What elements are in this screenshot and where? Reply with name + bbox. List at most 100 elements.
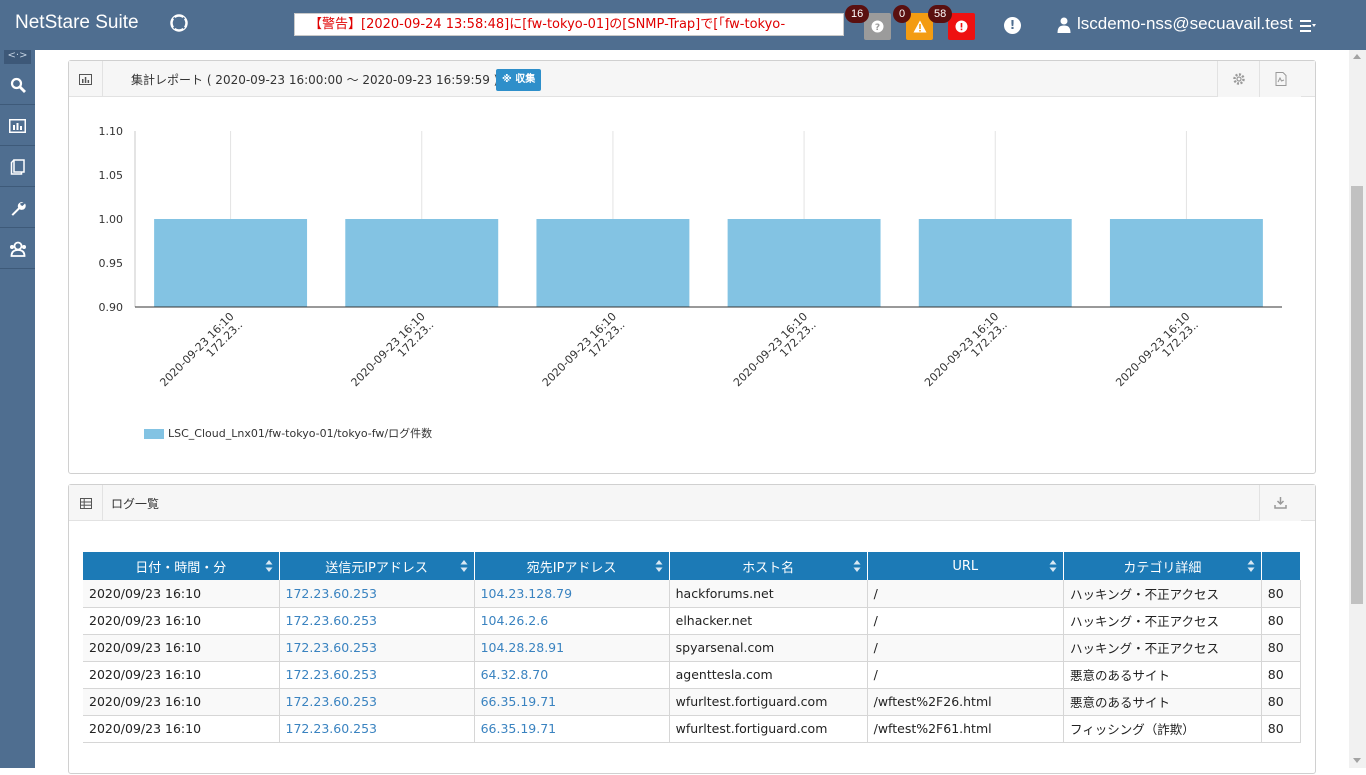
collect-button[interactable]: ※ 収集 xyxy=(496,69,542,91)
sidebar: <·> xyxy=(0,50,35,768)
column-header[interactable] xyxy=(1261,552,1301,580)
table-row[interactable]: 2020/09/23 16:10 172.23.60.253 104.28.28.9… xyxy=(83,634,1301,662)
table-cell[interactable]: 104.23.128.79 xyxy=(474,580,670,608)
log-table-wrapper[interactable]: 日付・時間・分 送信元IPアドレス 宛先IPアドレス ホスト名 URL カテゴリ詳細 20… xyxy=(69,485,1301,775)
search-icon xyxy=(10,77,26,93)
sort-icon[interactable] xyxy=(1247,559,1255,573)
table-cell: 80 xyxy=(1261,715,1301,743)
table-cell[interactable]: 64.32.8.70 xyxy=(474,661,670,689)
table-cell[interactable]: 172.23.60.253 xyxy=(279,661,475,689)
column-header[interactable]: 宛先IPアドレス xyxy=(474,552,670,580)
bar[interactable] xyxy=(727,219,881,307)
sidebar-toggle[interactable]: <·> xyxy=(4,50,31,64)
sort-icon[interactable] xyxy=(1049,559,1057,573)
table-row[interactable]: 2020/09/23 16:10 172.23.60.253 66.35.19.71… xyxy=(83,715,1301,743)
x-tick-label: 2020-09-23 16:10172.23.. xyxy=(922,310,1010,389)
table-cell: ハッキング・不正アクセス xyxy=(1063,634,1262,662)
table-cell: 80 xyxy=(1261,580,1301,608)
table-row[interactable]: 2020/09/23 16:10 172.23.60.253 64.32.8.70 a… xyxy=(83,661,1301,689)
table-cell: / xyxy=(867,661,1064,689)
table-cell: 悪意のあるサイト xyxy=(1063,661,1262,689)
bar[interactable] xyxy=(154,219,308,307)
table-cell: 2020/09/23 16:10 xyxy=(83,580,280,608)
pdf-export-button[interactable] xyxy=(1259,61,1301,97)
table-row[interactable]: 2020/09/23 16:10 172.23.60.253 66.35.19.71… xyxy=(83,688,1301,716)
brand-title[interactable]: NetStare Suite xyxy=(15,12,139,34)
svg-text:2020-09-23 16:10: 2020-09-23 16:10 xyxy=(349,310,428,389)
error-alerts-button[interactable] xyxy=(948,13,975,40)
table-row[interactable]: 2020/09/23 16:10 172.23.60.253 104.26.2.6 e… xyxy=(83,607,1301,635)
sort-icon[interactable] xyxy=(460,559,468,573)
table-row[interactable]: 2020/09/23 16:10 172.23.60.253 104.23.128.… xyxy=(83,580,1301,608)
sidebar-item-settings[interactable] xyxy=(0,188,35,228)
table-cell: /wftest%2F61.html xyxy=(867,715,1064,743)
table-cell[interactable]: 172.23.60.253 xyxy=(279,580,475,608)
table-cell[interactable]: 172.23.60.253 xyxy=(279,688,475,716)
table-cell: agenttesla.com xyxy=(669,661,868,689)
dest-ip-link[interactable]: 66.35.19.71 xyxy=(481,694,557,709)
table-cell[interactable]: 172.23.60.253 xyxy=(279,634,475,662)
user-icon xyxy=(1057,17,1071,33)
sort-icon[interactable] xyxy=(655,559,663,573)
warning-alert-count: 0 xyxy=(893,5,912,23)
column-header[interactable]: 日付・時間・分 xyxy=(83,552,280,580)
gear-icon xyxy=(1232,73,1245,85)
table-cell[interactable]: 104.28.28.91 xyxy=(474,634,670,662)
table-cell: 80 xyxy=(1261,688,1301,716)
sidebar-item-search[interactable] xyxy=(0,65,35,105)
scroll-thumb[interactable] xyxy=(1351,186,1363,604)
table-cell: /wftest%2F26.html xyxy=(867,688,1064,716)
bar[interactable] xyxy=(918,219,1072,307)
bar[interactable] xyxy=(1109,219,1263,307)
svg-text:2020-09-23 16:10: 2020-09-23 16:10 xyxy=(157,310,236,389)
source-ip-link[interactable]: 172.23.60.253 xyxy=(286,667,377,682)
scroll-down-arrow-icon[interactable] xyxy=(1353,758,1361,763)
source-ip-link[interactable]: 172.23.60.253 xyxy=(286,694,377,709)
unknown-alert-count: 16 xyxy=(845,5,870,23)
svg-text:2020-09-23 16:10: 2020-09-23 16:10 xyxy=(731,310,810,389)
column-header[interactable]: カテゴリ詳細 xyxy=(1063,552,1262,580)
notice-icon[interactable]: ! xyxy=(1004,17,1021,34)
dest-ip-link[interactable]: 104.23.128.79 xyxy=(481,586,572,601)
menu-icon[interactable] xyxy=(1300,20,1316,32)
dest-ip-link[interactable]: 66.35.19.71 xyxy=(481,721,557,736)
column-header[interactable]: URL xyxy=(867,552,1064,580)
table-cell: / xyxy=(867,580,1064,608)
sort-icon[interactable] xyxy=(265,559,273,573)
table-cell[interactable]: 104.26.2.6 xyxy=(474,607,670,635)
column-header[interactable]: 送信元IPアドレス xyxy=(279,552,475,580)
log-table: 日付・時間・分 送信元IPアドレス 宛先IPアドレス ホスト名 URL カテゴリ詳細 20… xyxy=(83,552,1301,743)
table-cell: 2020/09/23 16:10 xyxy=(83,607,280,635)
report-panel-header: 集計レポート ( 2020-09-23 16:00:00 〜 2020-09-2… xyxy=(69,61,1315,97)
report-panel: 集計レポート ( 2020-09-23 16:00:00 〜 2020-09-2… xyxy=(68,60,1316,474)
sort-icon[interactable] xyxy=(853,559,861,573)
legend-label: LSC_Cloud_Lnx01/fw-tokyo-01/tokyo-fw/ログ件… xyxy=(168,427,433,440)
table-cell: ハッキング・不正アクセス xyxy=(1063,580,1262,608)
users-icon xyxy=(9,241,26,257)
table-cell[interactable]: 66.35.19.71 xyxy=(474,688,670,716)
page-scrollbar[interactable] xyxy=(1349,50,1366,768)
source-ip-link[interactable]: 172.23.60.253 xyxy=(286,640,377,655)
table-cell[interactable]: 66.35.19.71 xyxy=(474,715,670,743)
source-ip-link[interactable]: 172.23.60.253 xyxy=(286,721,377,736)
bar[interactable] xyxy=(536,219,690,307)
column-header-label: URL xyxy=(952,558,979,574)
bar[interactable] xyxy=(345,219,499,307)
table-cell[interactable]: 172.23.60.253 xyxy=(279,715,475,743)
x-tick-label: 2020-09-23 16:10172.23.. xyxy=(157,310,245,389)
dest-ip-link[interactable]: 104.26.2.6 xyxy=(481,613,549,628)
source-ip-link[interactable]: 172.23.60.253 xyxy=(286,586,377,601)
table-cell[interactable]: 172.23.60.253 xyxy=(279,607,475,635)
sidebar-item-books[interactable] xyxy=(0,147,35,187)
user-account-menu[interactable]: lscdemo-nss@secuavail.test xyxy=(1077,14,1293,34)
column-header[interactable]: ホスト名 xyxy=(669,552,868,580)
source-ip-link[interactable]: 172.23.60.253 xyxy=(286,613,377,628)
report-settings-button[interactable] xyxy=(1217,61,1259,97)
question-icon: ? xyxy=(871,20,884,33)
dest-ip-link[interactable]: 104.28.28.91 xyxy=(481,640,565,655)
scroll-up-arrow-icon[interactable] xyxy=(1353,54,1361,59)
dest-ip-link[interactable]: 64.32.8.70 xyxy=(481,667,549,682)
sidebar-item-report[interactable] xyxy=(0,106,35,146)
sidebar-item-users[interactable] xyxy=(0,229,35,269)
alert-ticker[interactable]: 【警告】[2020-09-24 13:58:48]に[fw-tokyo-01]の… xyxy=(294,13,844,36)
